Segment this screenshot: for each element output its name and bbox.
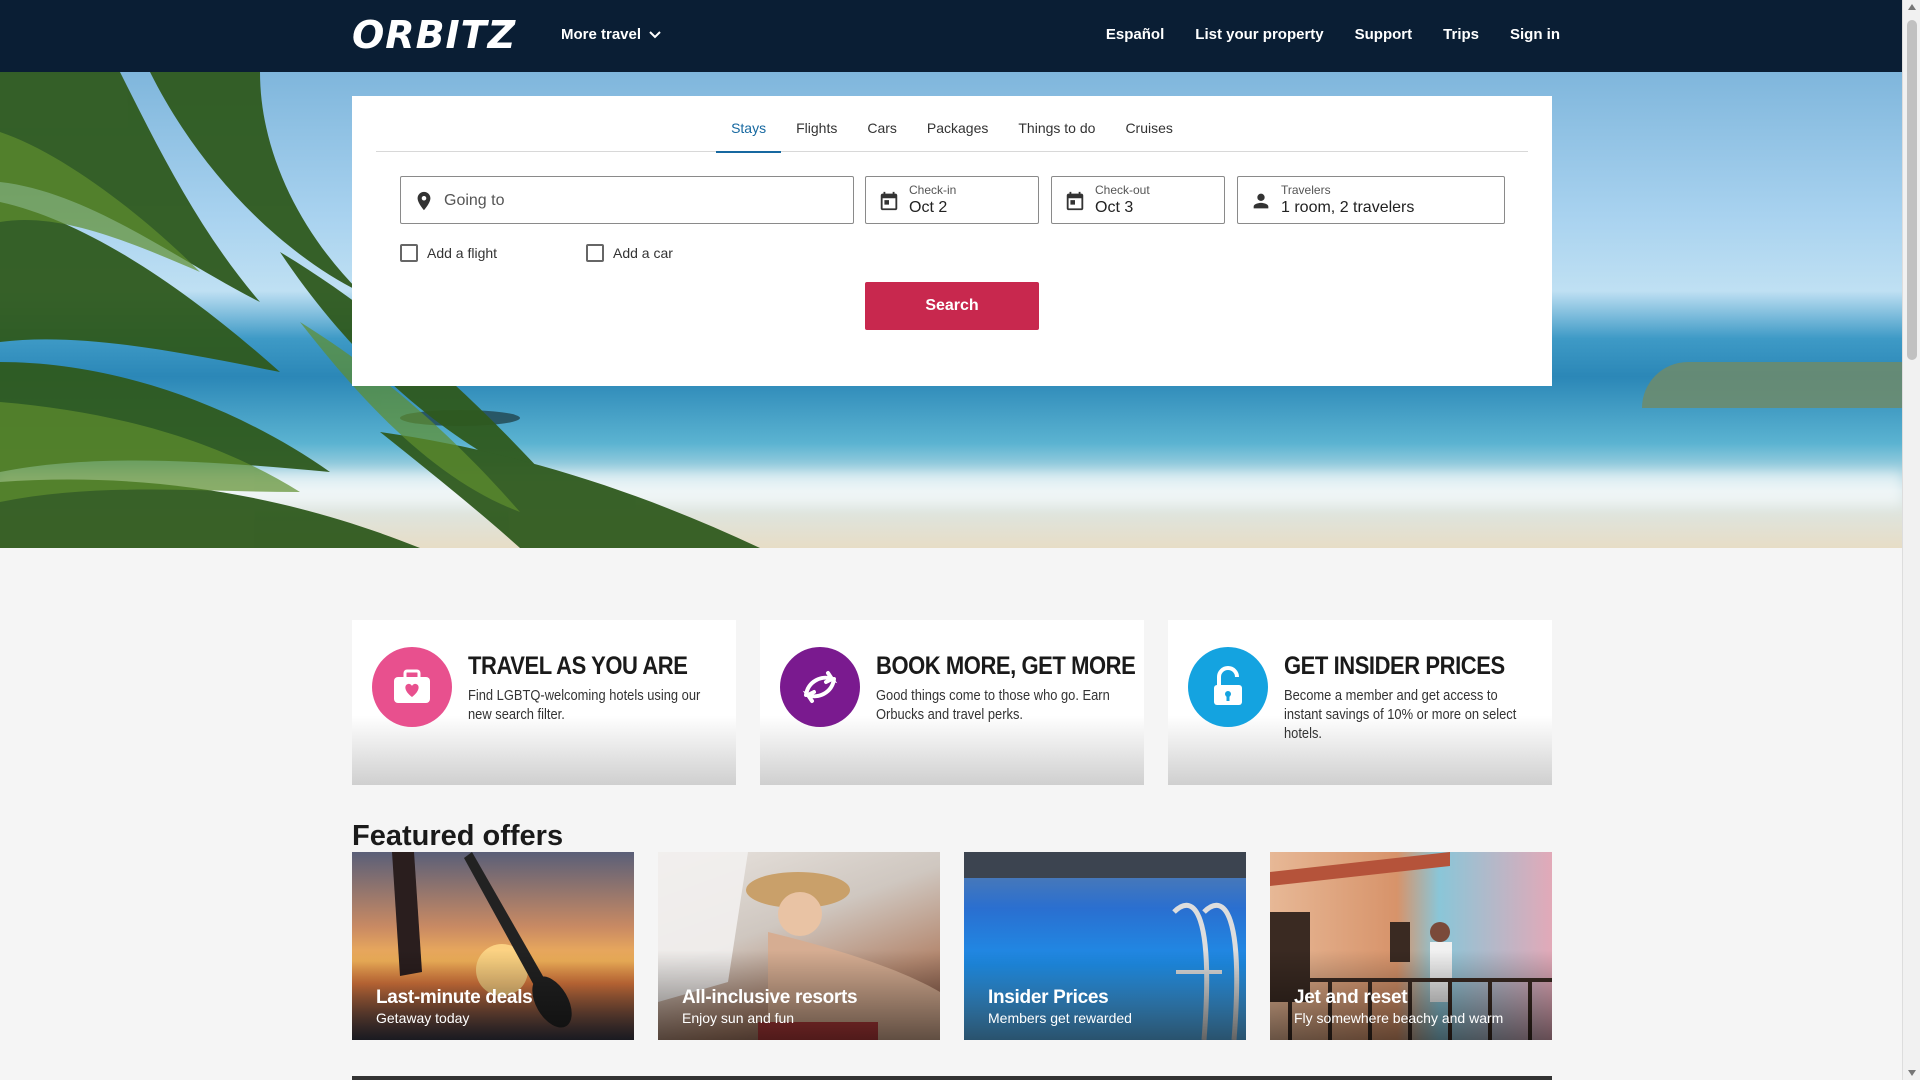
more-travel-menu[interactable]: More travel xyxy=(561,26,661,43)
hero-island xyxy=(1642,362,1902,408)
chevron-down-icon xyxy=(649,30,661,38)
offer-title: Jet and reset xyxy=(1294,987,1408,1008)
going-to-field[interactable]: Going to xyxy=(400,176,854,224)
scrollbar-thumb[interactable] xyxy=(1907,20,1917,360)
promo-title: GET INSIDER PRICES xyxy=(1284,652,1505,680)
travelers-label: Travelers xyxy=(1281,183,1331,197)
tab-packages[interactable]: Packages xyxy=(912,96,1003,152)
offer-card-last-minute[interactable]: Last-minute deals Getaway today xyxy=(352,852,634,1040)
checkout-value: Oct 3 xyxy=(1095,199,1134,216)
offer-card-all-inclusive[interactable]: All-inclusive resorts Enjoy sun and fun xyxy=(658,852,940,1040)
checkin-value: Oct 2 xyxy=(909,199,948,216)
calendar-icon xyxy=(880,191,898,211)
scroll-down-icon[interactable] xyxy=(1908,1070,1916,1076)
tab-things-to-do[interactable]: Things to do xyxy=(1003,96,1110,152)
tab-cars[interactable]: Cars xyxy=(852,96,912,152)
calendar-icon xyxy=(1066,191,1084,211)
tab-stays[interactable]: Stays xyxy=(716,96,782,153)
promo-description: Become a member and get access to instan… xyxy=(1284,687,1517,742)
featured-offers-heading: Featured offers xyxy=(352,820,564,852)
search-card: Stays Flights Cars Packages Things to do… xyxy=(352,96,1552,386)
add-flight-checkbox[interactable]: Add a flight xyxy=(400,244,497,262)
offer-title: All-inclusive resorts xyxy=(682,987,858,1008)
location-pin-icon xyxy=(417,191,431,211)
checkbox-box[interactable] xyxy=(586,244,604,262)
nav-espanol[interactable]: Español xyxy=(1106,26,1164,43)
promo-description: Find LGBTQ-welcoming hotels using our ne… xyxy=(468,687,701,723)
suitcase-heart-icon xyxy=(372,647,452,727)
orbucks-icon xyxy=(780,647,860,727)
nav-support[interactable]: Support xyxy=(1355,26,1413,43)
offer-subtitle: Fly somewhere beachy and warm xyxy=(1294,1010,1504,1026)
checkout-field[interactable]: Check-out Oct 3 xyxy=(1051,176,1225,224)
promo-title: BOOK MORE, GET MORE xyxy=(876,652,1136,680)
travelers-field[interactable]: Travelers 1 room, 2 travelers xyxy=(1237,176,1505,224)
promo-card-travel-as-you-are[interactable]: TRAVEL AS YOU ARE Find LGBTQ-welcoming h… xyxy=(352,620,736,785)
checkin-label: Check-in xyxy=(909,183,957,197)
nav-trips[interactable]: Trips xyxy=(1443,26,1479,43)
tab-flights[interactable]: Flights xyxy=(781,96,852,152)
next-section-strip xyxy=(352,1076,1552,1080)
offer-card-insider-prices[interactable]: Insider Prices Members get rewarded xyxy=(964,852,1246,1040)
nav-list-property[interactable]: List your property xyxy=(1195,26,1323,43)
unlock-icon xyxy=(1188,647,1268,727)
offer-title: Insider Prices xyxy=(988,987,1109,1008)
promo-description: Good things come to those who go. Earn O… xyxy=(876,687,1110,723)
checkout-label: Check-out xyxy=(1095,183,1150,197)
offer-title: Last-minute deals xyxy=(376,987,533,1008)
header-nav: Español List your property Support Trips… xyxy=(1106,26,1560,43)
more-travel-label: More travel xyxy=(561,26,642,43)
site-header: ORBITZ More travel Español List your pro… xyxy=(0,0,1902,72)
checkin-field[interactable]: Check-in Oct 2 xyxy=(865,176,1039,224)
person-icon xyxy=(1253,193,1269,209)
search-tabs: Stays Flights Cars Packages Things to do… xyxy=(376,96,1528,153)
add-flight-label: Add a flight xyxy=(427,245,498,261)
promo-card-insider-prices[interactable]: GET INSIDER PRICES Become a member and g… xyxy=(1168,620,1552,785)
offer-subtitle: Enjoy sun and fun xyxy=(682,1010,795,1026)
tab-cruises[interactable]: Cruises xyxy=(1110,96,1187,152)
page-scrollbar[interactable] xyxy=(1902,0,1920,1080)
search-button[interactable]: Search xyxy=(865,282,1039,330)
promo-title: TRAVEL AS YOU ARE xyxy=(468,652,688,680)
add-car-label: Add a car xyxy=(613,245,673,261)
offer-card-jet-and-reset[interactable]: Jet and reset Fly somewhere beachy and w… xyxy=(1270,852,1552,1040)
scroll-up-icon[interactable] xyxy=(1908,4,1916,10)
offer-subtitle: Getaway today xyxy=(376,1010,470,1026)
nav-sign-in[interactable]: Sign in xyxy=(1510,26,1560,43)
checkbox-box[interactable] xyxy=(400,244,418,262)
orbitz-logo[interactable]: ORBITZ xyxy=(352,15,516,55)
travelers-value: 1 room, 2 travelers xyxy=(1281,199,1415,216)
add-car-checkbox[interactable]: Add a car xyxy=(586,244,673,262)
going-to-placeholder: Going to xyxy=(444,192,505,209)
promo-card-book-more[interactable]: BOOK MORE, GET MORE Good things come to … xyxy=(760,620,1144,785)
offer-subtitle: Members get rewarded xyxy=(988,1010,1132,1026)
